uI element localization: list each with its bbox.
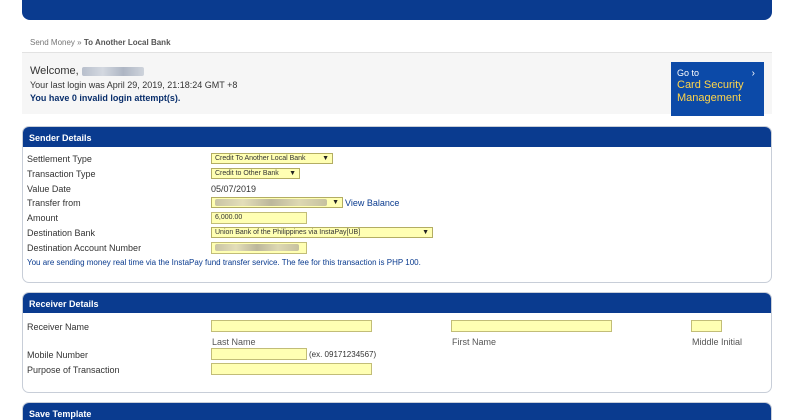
value-date-value: 05/07/2019 xyxy=(211,184,257,194)
amount-label: Amount xyxy=(27,213,59,223)
transfer-from-label: Transfer from xyxy=(27,198,81,208)
dropdown-arrow-icon: ▼ xyxy=(322,155,329,162)
dropdown-arrow-icon: ▼ xyxy=(289,170,296,177)
mobile-number-hint: (ex. 09171234567) xyxy=(309,350,377,359)
last-name-input[interactable] xyxy=(211,320,372,332)
last-login-text: Your last login was April 29, 2019, 21:1… xyxy=(30,80,238,90)
transfer-from-select[interactable]: ▼ xyxy=(211,197,343,208)
card-security-title-1: Card Security xyxy=(677,79,744,91)
view-balance-link[interactable]: View Balance xyxy=(345,198,399,208)
settlement-type-select[interactable]: Credit To Another Local Bank ▼ xyxy=(211,153,333,164)
middle-initial-input[interactable] xyxy=(691,320,722,332)
breadcrumb: Send Money » To Another Local Bank xyxy=(30,38,171,47)
receiver-details-panel: Receiver Details xyxy=(22,292,772,393)
invalid-attempts-text: You have 0 invalid login attempt(s). xyxy=(30,93,181,103)
settlement-type-value: Credit To Another Local Bank xyxy=(215,155,306,162)
destination-bank-select[interactable]: Union Bank of the Philippines via InstaP… xyxy=(211,227,433,238)
save-template-panel: Save Template xyxy=(22,402,772,420)
receiver-details-header: Receiver Details xyxy=(23,293,771,313)
card-security-title-2: Management xyxy=(677,92,742,104)
dropdown-arrow-icon: ▼ xyxy=(422,229,429,236)
receiver-name-label: Receiver Name xyxy=(27,322,90,332)
settlement-type-label: Settlement Type xyxy=(27,154,92,164)
top-banner xyxy=(22,0,772,20)
destination-account-label: Destination Account Number xyxy=(27,243,142,253)
redacted-account-number xyxy=(215,243,299,251)
mobile-number-label: Mobile Number xyxy=(27,350,89,360)
sender-details-header: Sender Details xyxy=(23,127,771,147)
middle-initial-label: Middle Initial xyxy=(692,337,743,347)
dropdown-arrow-icon: ▼ xyxy=(332,199,339,206)
last-name-label: Last Name xyxy=(212,337,256,347)
welcome-greeting: Welcome, xyxy=(30,65,79,77)
transaction-type-label: Transaction Type xyxy=(27,169,96,179)
destination-bank-label: Destination Bank xyxy=(27,228,96,238)
save-template-header: Save Template xyxy=(23,403,771,420)
destination-account-input[interactable] xyxy=(211,242,307,254)
destination-bank-value: Union Bank of the Philippines via InstaP… xyxy=(215,229,361,236)
welcome-box: Welcome, Your last login was April 29, 2… xyxy=(22,52,772,114)
instapay-fee-note: You are sending money real time via the … xyxy=(27,258,421,267)
chevron-right-icon: › xyxy=(751,68,755,79)
mobile-number-input[interactable] xyxy=(211,348,307,360)
purpose-input[interactable] xyxy=(211,363,372,375)
value-date-label: Value Date xyxy=(27,184,71,194)
first-name-input[interactable] xyxy=(451,320,612,332)
purpose-label: Purpose of Transaction xyxy=(27,365,120,375)
breadcrumb-current: To Another Local Bank xyxy=(83,38,171,47)
breadcrumb-separator: » xyxy=(77,38,82,47)
redacted-username xyxy=(81,66,144,76)
transaction-type-select[interactable]: Credit to Other Bank ▼ xyxy=(211,168,300,179)
breadcrumb-parent[interactable]: Send Money xyxy=(30,38,75,47)
redacted-account xyxy=(215,198,327,206)
transaction-type-value: Credit to Other Bank xyxy=(215,170,279,177)
card-security-goto: Go to xyxy=(677,68,700,78)
first-name-label: First Name xyxy=(452,337,497,347)
card-security-management-button[interactable]: Go to › Card Security Management xyxy=(671,62,764,116)
welcome-line: Welcome, xyxy=(30,65,144,77)
amount-input[interactable]: 6,000.00 xyxy=(211,212,307,224)
